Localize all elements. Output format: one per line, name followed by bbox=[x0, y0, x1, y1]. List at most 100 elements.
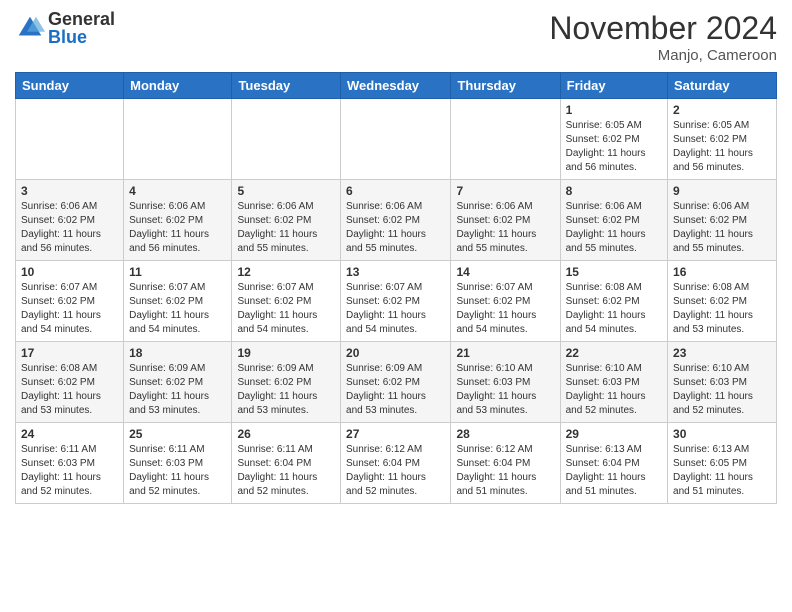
day-number: 12 bbox=[237, 265, 335, 279]
day-number: 18 bbox=[129, 346, 226, 360]
calendar-table: SundayMondayTuesdayWednesdayThursdayFrid… bbox=[15, 72, 777, 504]
day-number: 7 bbox=[456, 184, 554, 198]
day-info: Sunrise: 6:08 AMSunset: 6:02 PMDaylight:… bbox=[673, 281, 771, 337]
day-info: Sunrise: 6:06 AMSunset: 6:02 PMDaylight:… bbox=[21, 200, 118, 256]
calendar-header-row: SundayMondayTuesdayWednesdayThursdayFrid… bbox=[16, 73, 777, 99]
calendar-cell: 11 Sunrise: 6:07 AMSunset: 6:02 PMDayligh… bbox=[124, 261, 232, 342]
day-info: Sunrise: 6:13 AMSunset: 6:04 PMDaylight:… bbox=[566, 443, 662, 499]
calendar-cell bbox=[232, 99, 341, 180]
day-number: 6 bbox=[346, 184, 445, 198]
day-info: Sunrise: 6:07 AMSunset: 6:02 PMDaylight:… bbox=[237, 281, 335, 337]
calendar-cell: 3 Sunrise: 6:06 AMSunset: 6:02 PMDaylight… bbox=[16, 180, 124, 261]
calendar-cell: 12 Sunrise: 6:07 AMSunset: 6:02 PMDayligh… bbox=[232, 261, 341, 342]
calendar-cell: 6Sunrise: 6:06 AMSunset: 6:02 PMDaylight… bbox=[341, 180, 451, 261]
calendar-cell bbox=[16, 99, 124, 180]
day-info: Sunrise: 6:09 AMSunset: 6:02 PMDaylight:… bbox=[129, 362, 226, 418]
day-number: 1 bbox=[566, 103, 662, 117]
calendar-week-row: 3 Sunrise: 6:06 AMSunset: 6:02 PMDaylight… bbox=[16, 180, 777, 261]
day-number: 5 bbox=[237, 184, 335, 198]
calendar-cell: 5 Sunrise: 6:06 AMSunset: 6:02 PMDaylight… bbox=[232, 180, 341, 261]
day-info: Sunrise: 6:11 AMSunset: 6:03 PMDaylight:… bbox=[129, 443, 226, 499]
day-number: 20 bbox=[346, 346, 445, 360]
day-number: 25 bbox=[129, 427, 226, 441]
calendar-cell: 24 Sunrise: 6:11 AMSunset: 6:03 PMDayligh… bbox=[16, 423, 124, 504]
calendar-cell: 26Sunrise: 6:11 AMSunset: 6:04 PMDayligh… bbox=[232, 423, 341, 504]
logo-text: General Blue bbox=[48, 10, 115, 46]
calendar-cell: 17 Sunrise: 6:08 AMSunset: 6:02 PMDayligh… bbox=[16, 342, 124, 423]
header: General Blue November 2024 Manjo, Camero… bbox=[15, 10, 777, 64]
day-number: 30 bbox=[673, 427, 771, 441]
day-number: 22 bbox=[566, 346, 662, 360]
weekday-header: Friday bbox=[560, 73, 667, 99]
weekday-header: Saturday bbox=[668, 73, 777, 99]
day-number: 24 bbox=[21, 427, 118, 441]
calendar-cell: 28Sunrise: 6:12 AMSunset: 6:04 PMDayligh… bbox=[451, 423, 560, 504]
title-area: November 2024 Manjo, Cameroon bbox=[549, 10, 777, 64]
day-number: 8 bbox=[566, 184, 662, 198]
day-info: Sunrise: 6:06 AMSunset: 6:02 PMDaylight:… bbox=[129, 200, 226, 256]
day-number: 26 bbox=[237, 427, 335, 441]
calendar-cell bbox=[124, 99, 232, 180]
logo-blue: Blue bbox=[48, 28, 115, 46]
day-number: 23 bbox=[673, 346, 771, 360]
weekday-header: Monday bbox=[124, 73, 232, 99]
day-info: Sunrise: 6:08 AMSunset: 6:02 PMDaylight:… bbox=[21, 362, 118, 418]
day-number: 15 bbox=[566, 265, 662, 279]
calendar-cell: 21 Sunrise: 6:10 AMSunset: 6:03 PMDayligh… bbox=[451, 342, 560, 423]
calendar-cell: 10 Sunrise: 6:07 AMSunset: 6:02 PMDayligh… bbox=[16, 261, 124, 342]
day-number: 3 bbox=[21, 184, 118, 198]
day-info: Sunrise: 6:09 AMSunset: 6:02 PMDaylight:… bbox=[237, 362, 335, 418]
calendar-cell: 18 Sunrise: 6:09 AMSunset: 6:02 PMDayligh… bbox=[124, 342, 232, 423]
day-info: Sunrise: 6:06 AMSunset: 6:02 PMDaylight:… bbox=[566, 200, 662, 256]
calendar-cell: 8 Sunrise: 6:06 AMSunset: 6:02 PMDaylight… bbox=[560, 180, 667, 261]
calendar-cell: 2 Sunrise: 6:05 AMSunset: 6:02 PMDaylight… bbox=[668, 99, 777, 180]
day-info: Sunrise: 6:07 AMSunset: 6:02 PMDaylight:… bbox=[21, 281, 118, 337]
day-info: Sunrise: 6:06 AMSunset: 6:02 PMDaylight:… bbox=[237, 200, 335, 256]
day-number: 17 bbox=[21, 346, 118, 360]
weekday-header: Thursday bbox=[451, 73, 560, 99]
day-info: Sunrise: 6:10 AMSunset: 6:03 PMDaylight:… bbox=[456, 362, 554, 418]
day-info: Sunrise: 6:05 AMSunset: 6:02 PMDaylight:… bbox=[673, 119, 771, 175]
page: General Blue November 2024 Manjo, Camero… bbox=[0, 0, 792, 519]
day-number: 2 bbox=[673, 103, 771, 117]
day-number: 16 bbox=[673, 265, 771, 279]
logo-icon bbox=[15, 13, 45, 43]
month-title: November 2024 bbox=[549, 10, 777, 47]
calendar-cell: 29Sunrise: 6:13 AMSunset: 6:04 PMDayligh… bbox=[560, 423, 667, 504]
calendar-week-row: 17 Sunrise: 6:08 AMSunset: 6:02 PMDayligh… bbox=[16, 342, 777, 423]
calendar-cell: 4 Sunrise: 6:06 AMSunset: 6:02 PMDaylight… bbox=[124, 180, 232, 261]
day-number: 27 bbox=[346, 427, 445, 441]
calendar-cell: 22Sunrise: 6:10 AMSunset: 6:03 PMDayligh… bbox=[560, 342, 667, 423]
day-info: Sunrise: 6:12 AMSunset: 6:04 PMDaylight:… bbox=[346, 443, 445, 499]
calendar-cell bbox=[341, 99, 451, 180]
calendar-week-row: 24 Sunrise: 6:11 AMSunset: 6:03 PMDayligh… bbox=[16, 423, 777, 504]
day-number: 10 bbox=[21, 265, 118, 279]
calendar-cell: 1 Sunrise: 6:05 AMSunset: 6:02 PMDaylight… bbox=[560, 99, 667, 180]
day-info: Sunrise: 6:09 AMSunset: 6:02 PMDaylight:… bbox=[346, 362, 445, 418]
calendar-cell: 7 Sunrise: 6:06 AMSunset: 6:02 PMDaylight… bbox=[451, 180, 560, 261]
calendar-cell: 23Sunrise: 6:10 AMSunset: 6:03 PMDayligh… bbox=[668, 342, 777, 423]
calendar-cell: 15Sunrise: 6:08 AMSunset: 6:02 PMDayligh… bbox=[560, 261, 667, 342]
day-number: 11 bbox=[129, 265, 226, 279]
day-info: Sunrise: 6:05 AMSunset: 6:02 PMDaylight:… bbox=[566, 119, 662, 175]
weekday-header: Tuesday bbox=[232, 73, 341, 99]
calendar-cell: 25 Sunrise: 6:11 AMSunset: 6:03 PMDayligh… bbox=[124, 423, 232, 504]
day-number: 9 bbox=[673, 184, 771, 198]
day-info: Sunrise: 6:07 AMSunset: 6:02 PMDaylight:… bbox=[456, 281, 554, 337]
calendar-cell: 9Sunrise: 6:06 AMSunset: 6:02 PMDaylight… bbox=[668, 180, 777, 261]
day-number: 19 bbox=[237, 346, 335, 360]
day-info: Sunrise: 6:06 AMSunset: 6:02 PMDaylight:… bbox=[456, 200, 554, 256]
logo: General Blue bbox=[15, 10, 115, 46]
calendar-cell: 19 Sunrise: 6:09 AMSunset: 6:02 PMDayligh… bbox=[232, 342, 341, 423]
day-number: 28 bbox=[456, 427, 554, 441]
calendar-cell: 27 Sunrise: 6:12 AMSunset: 6:04 PMDayligh… bbox=[341, 423, 451, 504]
day-info: Sunrise: 6:11 AMSunset: 6:03 PMDaylight:… bbox=[21, 443, 118, 499]
calendar-cell: 30Sunrise: 6:13 AMSunset: 6:05 PMDayligh… bbox=[668, 423, 777, 504]
day-number: 4 bbox=[129, 184, 226, 198]
calendar-week-row: 10 Sunrise: 6:07 AMSunset: 6:02 PMDayligh… bbox=[16, 261, 777, 342]
day-info: Sunrise: 6:07 AMSunset: 6:02 PMDaylight:… bbox=[129, 281, 226, 337]
calendar-week-row: 1 Sunrise: 6:05 AMSunset: 6:02 PMDaylight… bbox=[16, 99, 777, 180]
calendar-cell: 16 Sunrise: 6:08 AMSunset: 6:02 PMDayligh… bbox=[668, 261, 777, 342]
day-number: 13 bbox=[346, 265, 445, 279]
day-number: 21 bbox=[456, 346, 554, 360]
